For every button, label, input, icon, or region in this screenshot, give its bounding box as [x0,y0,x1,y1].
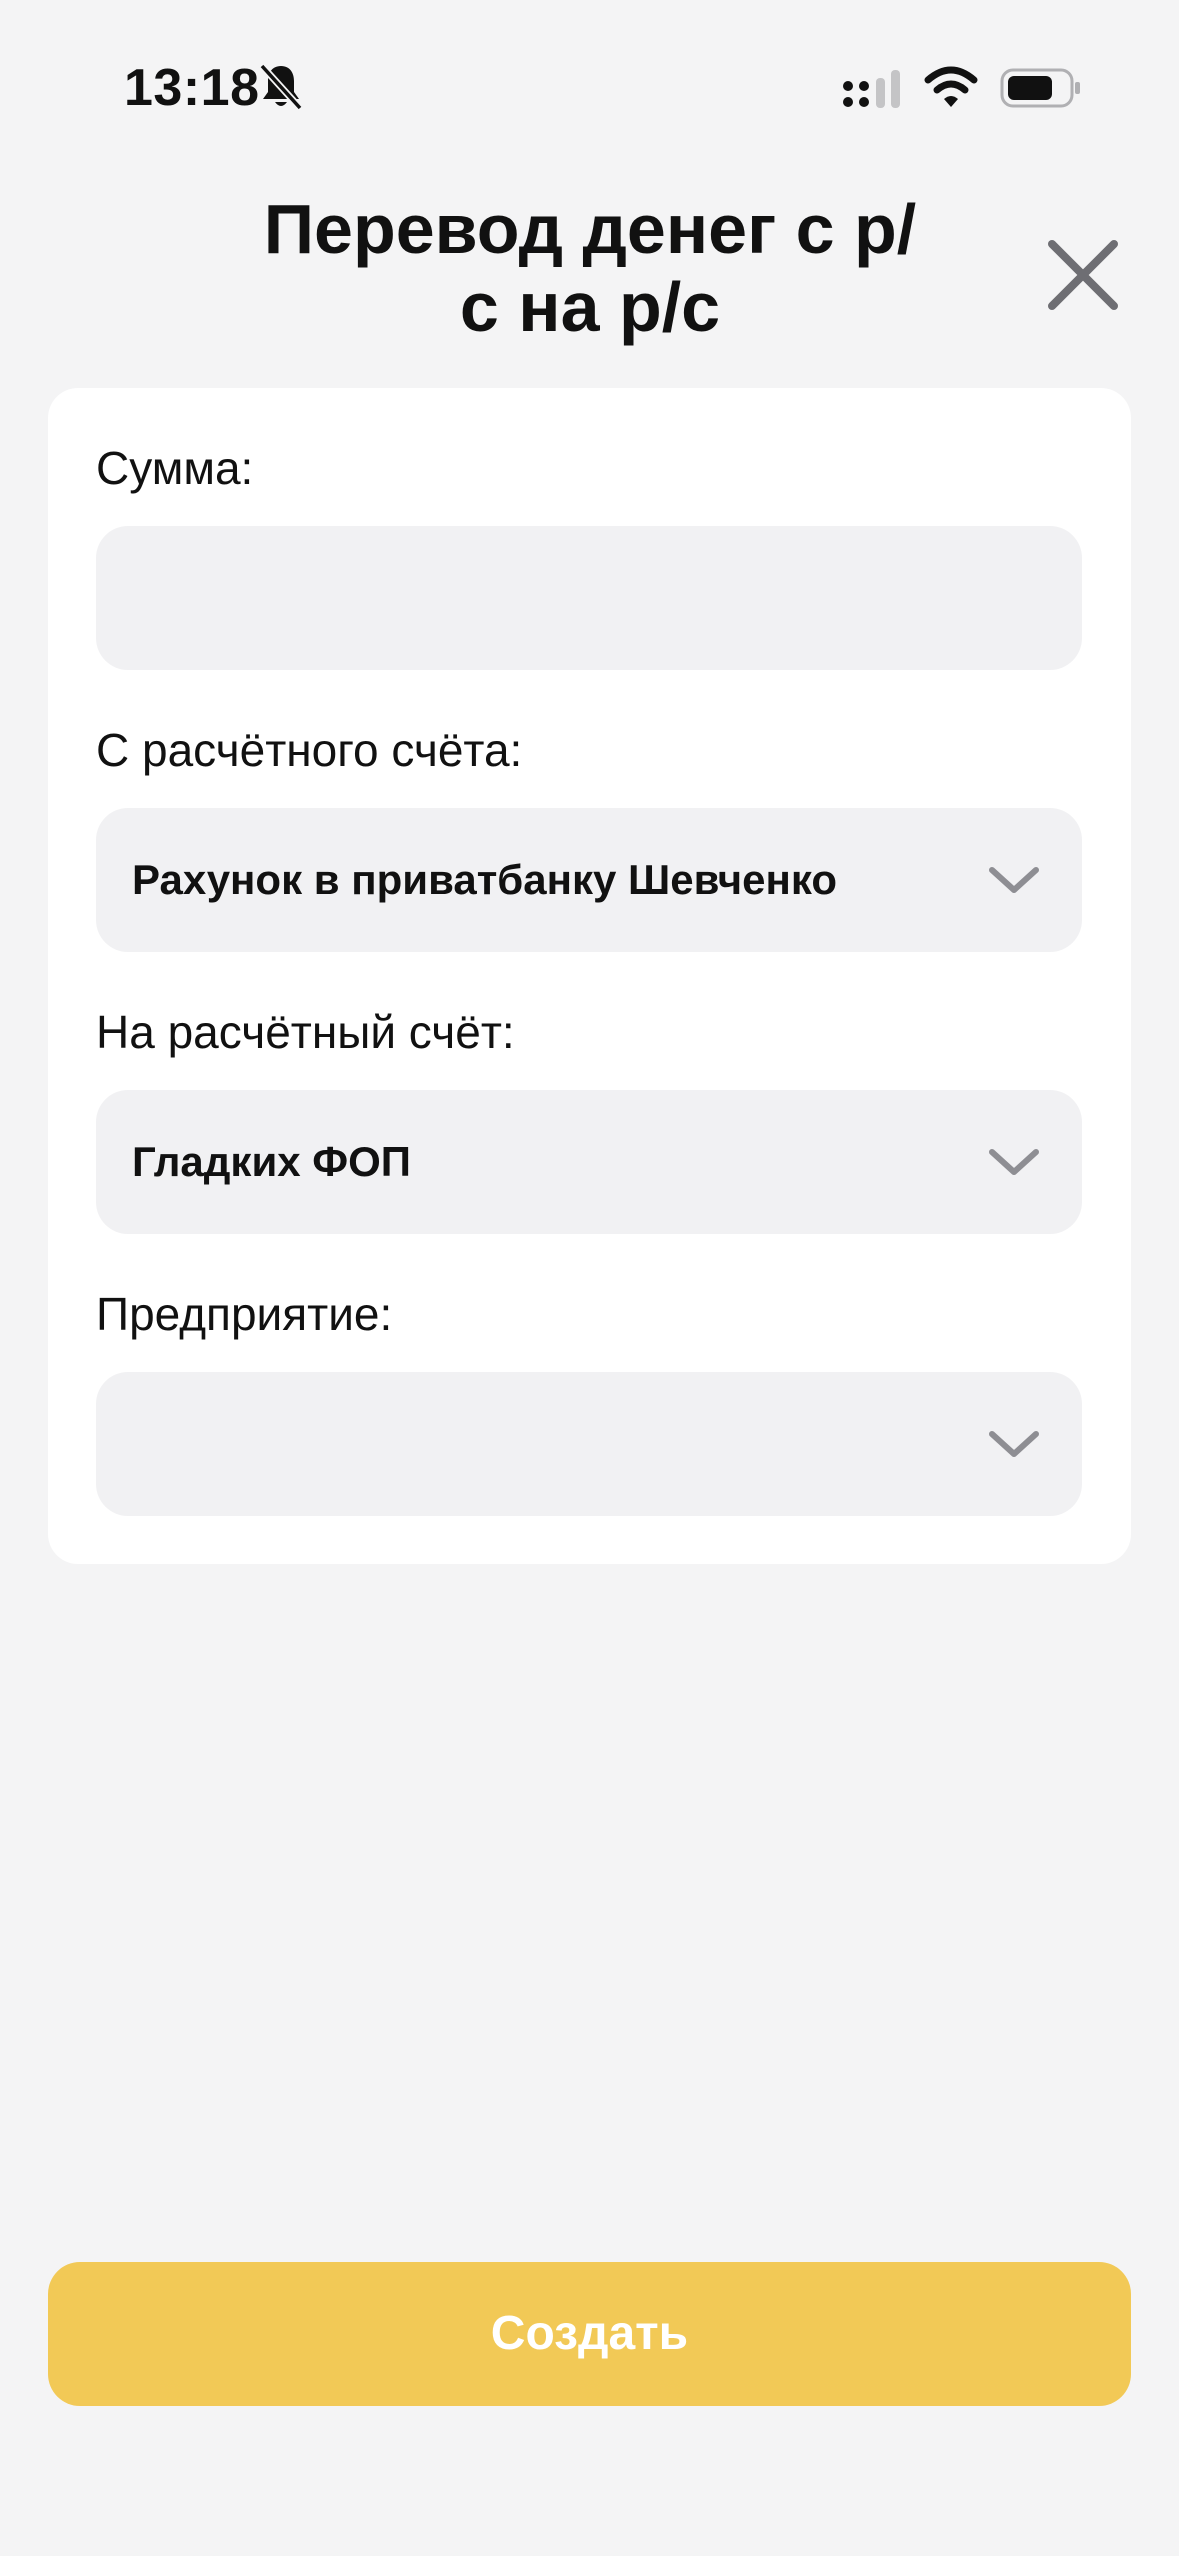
enterprise-label: Предприятие: [96,1288,393,1340]
form-card: Сумма: С расчётного счёта: Рахунок в при… [48,388,1131,1564]
chevron-down-icon [989,1431,1039,1457]
signal-icon [843,70,900,108]
battery-icon [1000,68,1080,108]
chevron-down-icon [989,867,1039,893]
header: Перевод денег с р/ с на р/с [0,190,1179,360]
bell-slash-icon [259,63,303,111]
close-icon [1048,240,1118,310]
from-account-value: Рахунок в приватбанку Шевченко [132,856,838,903]
amount-field[interactable] [96,526,1082,670]
amount-label: Сумма: [96,442,254,494]
page-title-line1: Перевод денег с р/ [263,190,917,268]
page-title: Перевод денег с р/ с на р/с [180,190,1000,346]
chevron-down-icon [989,1149,1039,1175]
status-bar: 13:18 [0,0,1179,150]
wifi-icon [924,66,978,107]
status-time: 13:18 [124,59,260,117]
to-account-select[interactable]: Гладких ФОП [96,1090,1082,1234]
create-button[interactable]: Создать [48,2262,1131,2406]
enterprise-select[interactable] [96,1372,1082,1516]
from-account-select[interactable]: Рахунок в приватбанку Шевченко [96,808,1082,952]
amount-input[interactable] [96,526,1082,670]
to-account-label: На расчётный счёт: [96,1006,515,1058]
to-account-value: Гладких ФОП [132,1138,411,1185]
from-account-label: С расчётного счёта: [96,724,523,776]
close-button[interactable] [1042,234,1124,316]
page-title-line2: с на р/с [459,268,721,346]
